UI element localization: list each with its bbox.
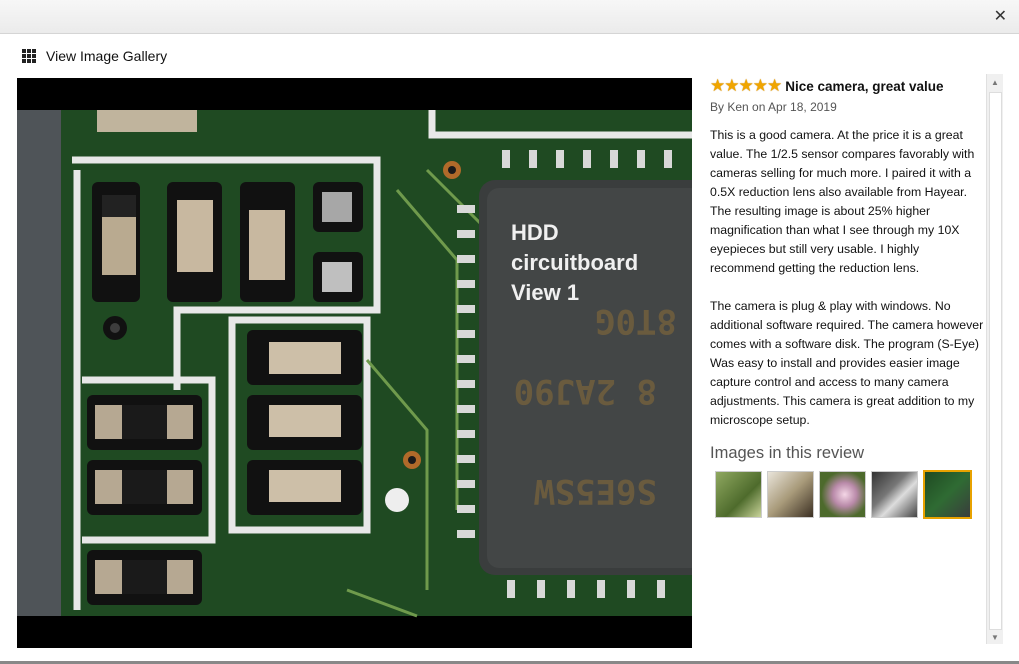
svg-text:8 2AJ90: 8 2AJ90 (514, 371, 657, 411)
review-paragraph-1: This is a good camera. At the price it i… (710, 128, 975, 275)
review-thumbnail[interactable] (767, 471, 814, 518)
scroll-down-icon[interactable]: ▼ (987, 633, 1003, 642)
review-thumbnail[interactable] (871, 471, 918, 518)
modal-header: ✕ (0, 0, 1019, 34)
circuitboard-photo: 8T0G 8 2AJ90 S6E5SW HDD circuitboard Vie… (17, 78, 692, 648)
review-body: This is a good camera. At the price it i… (710, 126, 985, 430)
review-thumbnail[interactable] (819, 471, 866, 518)
view-image-gallery-link[interactable]: View Image Gallery (22, 48, 167, 64)
svg-text:8T0G: 8T0G (595, 301, 677, 341)
review-scrollbar[interactable]: ▲ ▼ (986, 74, 1003, 644)
review-paragraph-2: The camera is plug & play with windows. … (710, 299, 984, 427)
review-title: Nice camera, great value (785, 78, 944, 94)
scrollbar-thumb[interactable] (989, 92, 1002, 630)
review-thumbnail[interactable] (715, 471, 762, 518)
scroll-up-icon[interactable]: ▲ (987, 78, 1003, 87)
overlay-line-3: View 1 (511, 280, 579, 305)
image-viewer: 8T0G 8 2AJ90 S6E5SW HDD circuitboard Vie… (17, 78, 692, 648)
overlay-line-2: circuitboard (511, 250, 638, 275)
images-in-review-heading: Images in this review (710, 444, 865, 462)
review-thumbnail-selected[interactable] (923, 470, 972, 519)
svg-text:S6E5SW: S6E5SW (534, 471, 657, 511)
review-byline: By Ken on Apr 18, 2019 (710, 100, 837, 114)
overlay-line-1: HDD (511, 220, 559, 245)
view-image-gallery-label: View Image Gallery (46, 48, 168, 64)
grid-icon (22, 49, 36, 63)
review-thumbnails (715, 470, 985, 519)
star-rating-icon: ★★★★★ (710, 76, 782, 95)
review-title-row: ★★★★★ Nice camera, great value (710, 76, 985, 96)
review-panel: ★★★★★ Nice camera, great value By Ken on… (710, 74, 985, 644)
close-icon[interactable]: ✕ (994, 6, 1007, 26)
